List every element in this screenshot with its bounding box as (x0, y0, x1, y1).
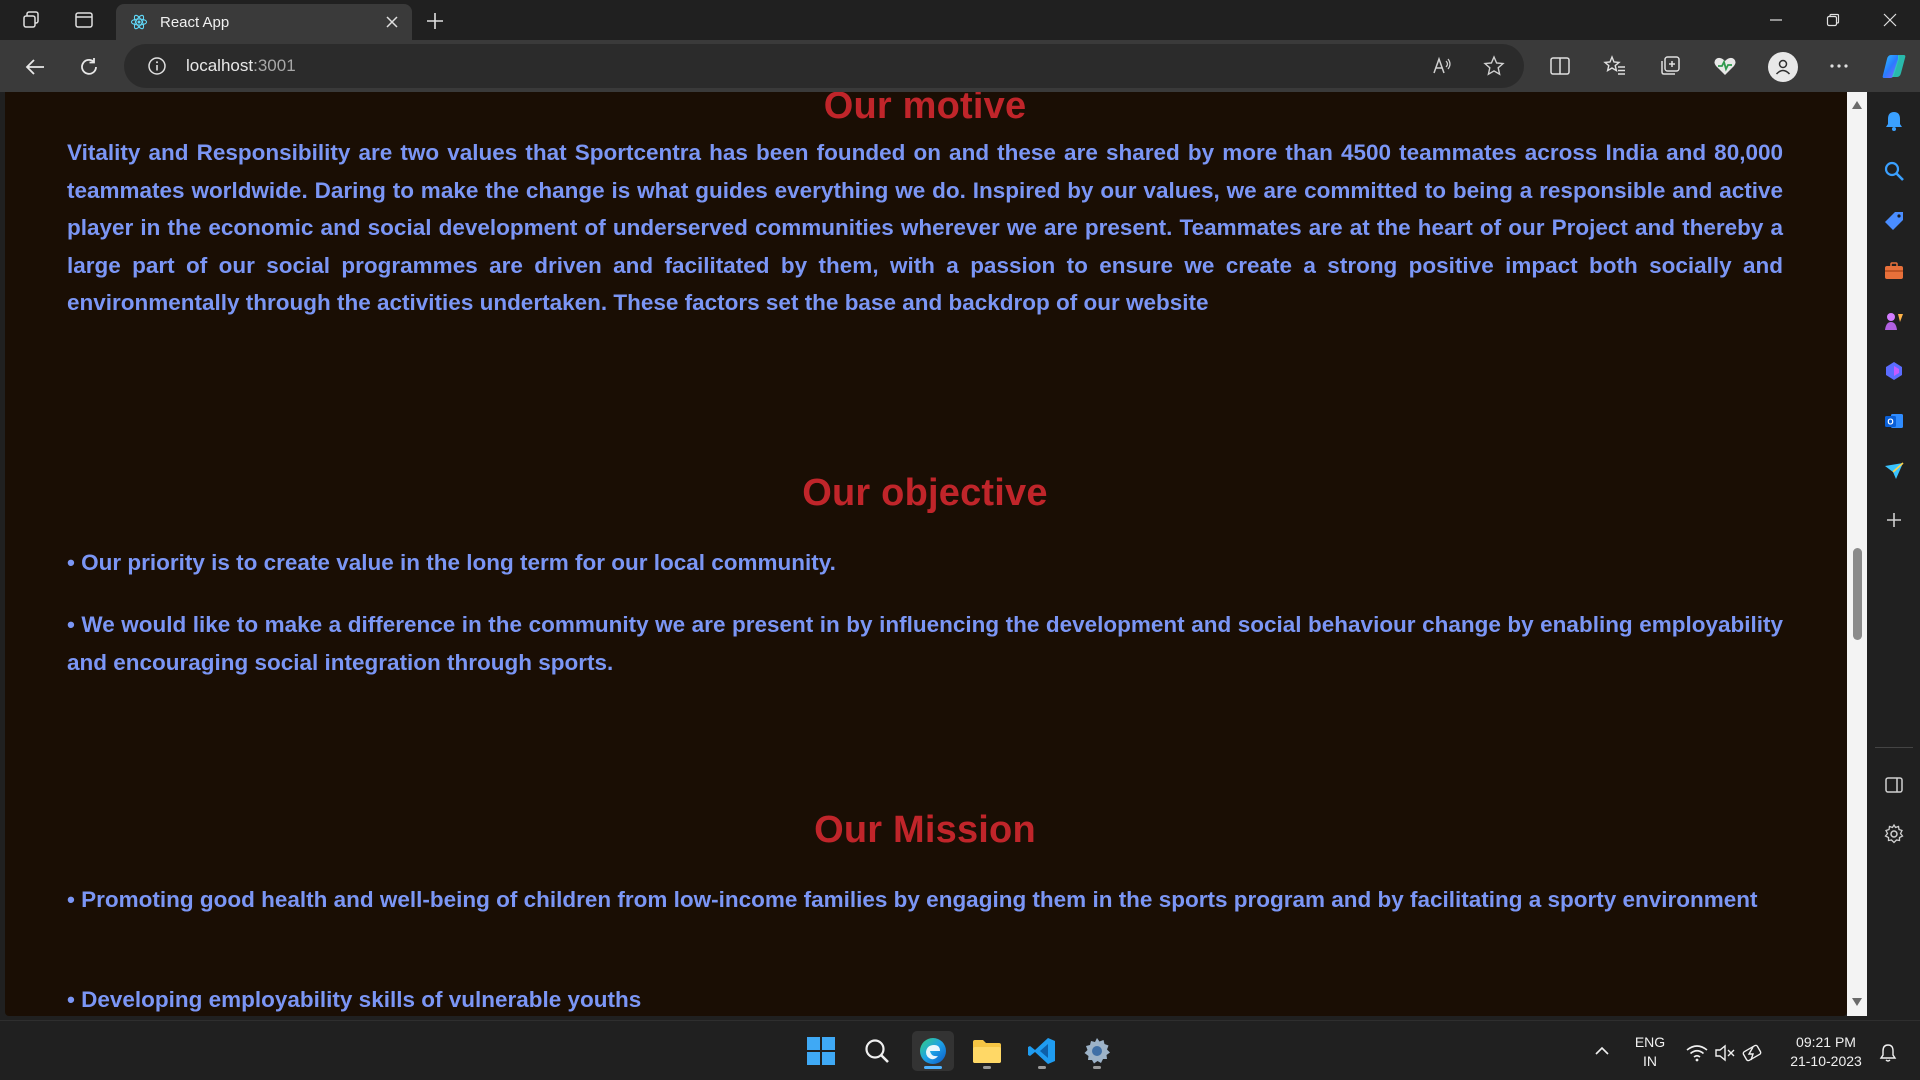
settings-running-indicator (1093, 1066, 1101, 1069)
profile-avatar[interactable] (1768, 52, 1798, 82)
heading-our-motive: Our motive (823, 92, 1027, 127)
windows-start-icon[interactable] (800, 1031, 842, 1071)
react-logo-icon (130, 13, 148, 31)
heading-our-mission: Our Mission (814, 809, 1036, 851)
volume-muted-icon[interactable] (1714, 1043, 1736, 1063)
input-language[interactable]: ENG IN (1630, 1033, 1670, 1071)
close-tab-icon[interactable] (382, 12, 402, 32)
explorer-running-indicator (983, 1066, 991, 1069)
mission-item-1: • Promoting good health and well-being o… (67, 887, 1758, 912)
motive-paragraph: Vitality and Responsibility are two valu… (67, 140, 1783, 315)
drop-send-icon[interactable] (1881, 458, 1907, 484)
microsoft-365-icon[interactable] (1881, 358, 1907, 384)
battery-charging-icon[interactable] (1742, 1043, 1764, 1063)
notification-center-bell-icon[interactable] (1877, 1043, 1899, 1063)
taskbar-file-explorer-icon[interactable] (966, 1031, 1008, 1071)
restore-icon[interactable] (1813, 6, 1853, 34)
favorite-star-icon[interactable] (1482, 54, 1506, 78)
back-icon[interactable] (20, 52, 50, 82)
svg-text:O: O (1887, 418, 1893, 427)
games-icon[interactable] (1881, 308, 1907, 334)
tab-react-app[interactable]: React App (116, 4, 412, 40)
outlook-icon[interactable]: O (1881, 408, 1907, 434)
browser-essentials-icon[interactable] (1711, 52, 1739, 80)
wifi-icon[interactable] (1686, 1043, 1708, 1063)
address-bar[interactable]: localhost:3001 (124, 44, 1524, 88)
collections-icon[interactable] (1656, 52, 1684, 80)
sidebar-settings-gear-icon[interactable] (1881, 821, 1907, 847)
edge-active-indicator (924, 1066, 942, 1069)
url-text: localhost:3001 (186, 56, 296, 75)
page-scrollbar[interactable] (1847, 92, 1867, 1016)
site-info-icon[interactable] (146, 55, 168, 77)
mission-item-2: • Developing employability skills of vul… (67, 987, 642, 1012)
objective-item-2: • We would like to make a difference in … (67, 612, 1783, 675)
taskbar-search-icon[interactable] (856, 1031, 898, 1071)
heading-our-objective: Our objective (802, 472, 1048, 514)
tools-briefcase-icon[interactable] (1881, 258, 1907, 284)
clock[interactable]: 09:21 PM 21-10-2023 (1776, 1033, 1876, 1071)
new-tab-icon[interactable] (422, 8, 448, 34)
split-screen-icon[interactable] (1546, 52, 1574, 80)
edge-sidebar: O (1867, 92, 1920, 1016)
vertical-tabs-icon[interactable] (72, 8, 96, 32)
hide-sidebar-icon[interactable] (1881, 772, 1907, 798)
close-window-icon[interactable] (1870, 6, 1910, 34)
copilot-icon[interactable] (1878, 50, 1910, 82)
read-aloud-icon[interactable] (1430, 54, 1454, 78)
scroll-thumb[interactable] (1853, 548, 1862, 640)
tab-title: React App (160, 13, 230, 31)
shopping-tag-icon[interactable] (1881, 208, 1907, 234)
notification-bell-icon[interactable] (1881, 108, 1907, 134)
search-icon[interactable] (1881, 158, 1907, 184)
page-viewport[interactable]: Our motive Vitality and Responsibility a… (5, 92, 1847, 1016)
add-sidebar-app-icon[interactable] (1881, 507, 1907, 533)
minimize-icon[interactable] (1756, 6, 1796, 34)
workspaces-icon[interactable] (20, 8, 44, 32)
more-options-icon[interactable] (1825, 52, 1853, 80)
taskbar-settings-icon[interactable] (1076, 1031, 1118, 1071)
refresh-icon[interactable] (74, 52, 104, 82)
taskbar-vscode-icon[interactable] (1021, 1031, 1063, 1071)
windows-taskbar: ENG IN 09:21 PM 21-10-2023 (0, 1020, 1920, 1080)
scroll-up-arrow-icon[interactable] (1852, 100, 1862, 110)
vscode-running-indicator (1038, 1066, 1046, 1069)
objective-item-1: • Our priority is to create value in the… (67, 550, 836, 575)
tab-bar: React App (0, 0, 1920, 40)
favorites-icon[interactable] (1601, 52, 1629, 80)
taskbar-edge-icon[interactable] (912, 1031, 954, 1071)
sidebar-divider (1875, 747, 1913, 748)
show-hidden-icons-chevron-icon[interactable] (1591, 1041, 1613, 1061)
scroll-down-arrow-icon[interactable] (1852, 997, 1862, 1007)
page-content: Our motive Vitality and Responsibility a… (67, 92, 1783, 1016)
